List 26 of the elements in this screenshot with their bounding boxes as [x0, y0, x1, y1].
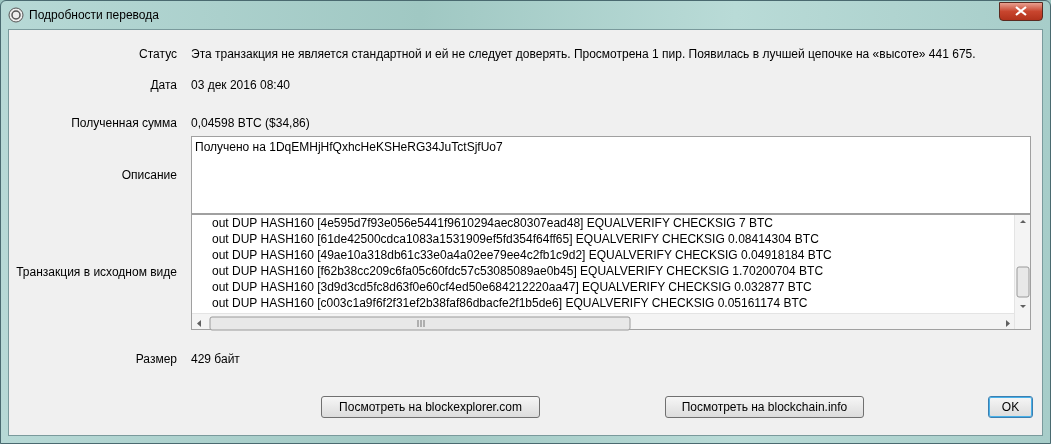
code-line: out DUP HASH160 [3d9d3cd5fc8d63f0e60cf4ed50e684212220aa47] EQUALVERIFY CHECKSIG 0.032877 BTC	[212, 279, 813, 295]
dialog-button[interactable]: Посмотреть на blockchain.info	[665, 396, 864, 418]
field-label: Статус	[138, 46, 178, 63]
description-field[interactable]: Получено на 1DqEMHjHfQxhcHeKSHeRG34JuTctSjfUo7	[191, 136, 1031, 214]
app-icon	[8, 7, 24, 23]
field-value: 0,04598 BTC ($34,86)	[191, 115, 310, 132]
vertical-scrollbar[interactable]	[1014, 215, 1030, 329]
window-title: Подробности перевода	[29, 7, 159, 24]
field-value: 03 дек 2016 08:40	[191, 77, 290, 94]
field-value: 429 байт	[191, 351, 240, 368]
code-line: out DUP HASH160 [61de42500cdca1083a1531909ef5fd354f64ff65] EQUALVERIFY CHECKSIG 0.08414304 BTC	[212, 231, 820, 247]
field-label: Размер	[134, 351, 178, 368]
field-label: Транзакция в исходном виде	[15, 264, 178, 281]
horizontal-scrollbar[interactable]	[192, 313, 1014, 329]
field-value: Эта транзакция не является стандартной и ей не следует доверять. Просмотрена 1 пир. Появилась в лучшей цепочке на «высоте» 441 675.	[191, 46, 976, 63]
code-line: out DUP HASH160 [c003c1a9f6f2f31ef2b38faf86dbacfe2f1b5de6] EQUALVERIFY CHECKSIG 0.05161174 BTC	[212, 295, 809, 311]
field-label: Полученная сумма	[70, 115, 178, 132]
code-line: out DUP HASH160 [4e595d7f93e056e5441f9610294aec80307ead48] EQUALVERIFY CHECKSIG 7 BTC	[212, 215, 775, 231]
dialog-button[interactable]: Посмотреть на blockexplorer.com	[321, 396, 540, 418]
field-label: Дата	[149, 77, 178, 94]
field-label: Описание	[120, 167, 178, 184]
dialog-button[interactable]: OK	[988, 396, 1033, 418]
code-line: out DUP HASH160 [49ae10a318db61c33e0a4a02ee79ee4c2fb1c9d2] EQUALVERIFY CHECKSIG 0.04918184 BTC	[212, 247, 833, 263]
close-icon	[1015, 6, 1027, 16]
close-button[interactable]	[999, 1, 1043, 21]
code-line: out DUP HASH160 [f62b38cc209c6fa05c60fdc57c53085089ae0b45] EQUALVERIFY CHECKSIG 1.70200704 BTC	[212, 263, 825, 279]
